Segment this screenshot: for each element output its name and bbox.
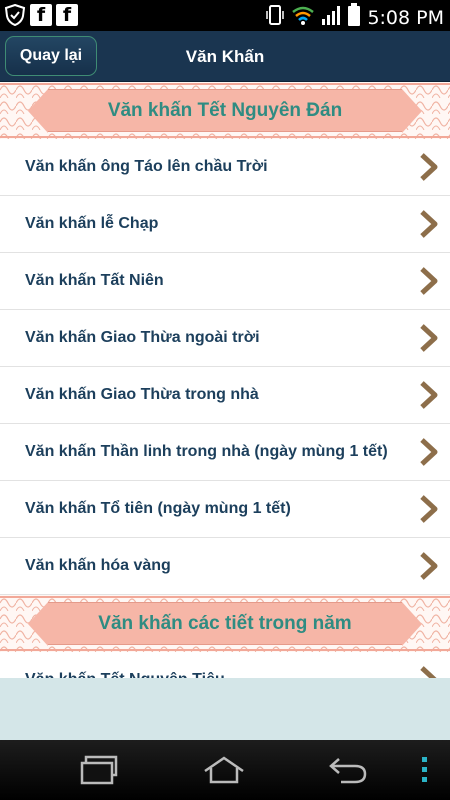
list-item-label: Văn khấn ông Táo lên chầu Trời [25, 158, 268, 175]
list-item-label: Văn khấn Giao Thừa ngoài trời [25, 329, 260, 346]
list-item-label: Văn khấn hóa vàng [25, 557, 171, 574]
list-item[interactable]: Văn khấn Tất Niên [0, 253, 450, 310]
wifi-icon [291, 4, 315, 31]
list-item[interactable]: Văn khấn Giao Thừa ngoài trời [0, 310, 450, 367]
list-item-label: Văn khấn Tổ tiên (ngày mùng 1 tết) [25, 500, 291, 517]
list-item-label: Văn khấn Tết Nguyên Tiêu [25, 652, 225, 678]
empty-footer-area [0, 678, 450, 740]
chevron-right-icon [420, 210, 438, 238]
list-item-label: Văn khấn Tất Niên [25, 272, 164, 289]
list-item-label: Văn khấn Thần linh trong nhà (ngày mùng … [25, 443, 388, 460]
section-header: Văn khấn các tiết trong năm [0, 595, 450, 652]
chevron-right-icon [420, 552, 438, 580]
chevron-right-icon [420, 324, 438, 352]
list-item[interactable]: Văn khấn Giao Thừa trong nhà [0, 367, 450, 424]
home-icon[interactable] [202, 752, 246, 788]
list-item-label: Văn khấn Giao Thừa trong nhà [25, 386, 259, 403]
menu-icon[interactable] [404, 752, 444, 788]
status-bar: f f 5:08 PM [0, 0, 450, 31]
status-time: 5:08 PM [367, 6, 444, 29]
facebook-icon: f [30, 4, 52, 26]
system-nav-bar [0, 740, 450, 800]
list-item[interactable]: Văn khấn Tết Nguyên Tiêu [0, 652, 450, 678]
chevron-right-icon [420, 666, 437, 678]
list-item[interactable]: Văn khấn Tổ tiên (ngày mùng 1 tết) [0, 481, 450, 538]
chevron-right-icon [420, 153, 438, 181]
chevron-right-icon [420, 267, 438, 295]
recent-apps-icon[interactable] [78, 752, 122, 788]
shield-notification-icon [4, 4, 26, 26]
chevron-right-icon [420, 438, 438, 466]
list-item-label: Văn khấn lễ Chạp [25, 215, 159, 232]
vibrate-icon [265, 4, 285, 31]
chevron-right-icon [420, 495, 438, 523]
signal-icon [321, 4, 341, 31]
section-title: Văn khấn Tết Nguyên Đán [107, 99, 343, 121]
back-button[interactable]: Quay lại [5, 36, 97, 76]
battery-icon [347, 3, 361, 32]
list-item[interactable]: Văn khấn ông Táo lên chầu Trời [0, 139, 450, 196]
chevron-right-icon [420, 381, 438, 409]
app-bar: Văn Khấn Quay lại [0, 31, 450, 82]
list-item[interactable]: Văn khấn Thần linh trong nhà (ngày mùng … [0, 424, 450, 481]
section-header: Văn khấn Tết Nguyên Đán [0, 82, 450, 139]
section-title: Văn khấn các tiết trong năm [98, 612, 352, 634]
prayer-list[interactable]: Văn khấn Tết Nguyên Đán Văn khấn ông Táo… [0, 82, 450, 678]
list-item[interactable]: Văn khấn lễ Chạp [0, 196, 450, 253]
list-item[interactable]: Văn khấn hóa vàng [0, 538, 450, 595]
back-icon[interactable] [326, 752, 370, 788]
facebook-icon: f [56, 4, 78, 26]
